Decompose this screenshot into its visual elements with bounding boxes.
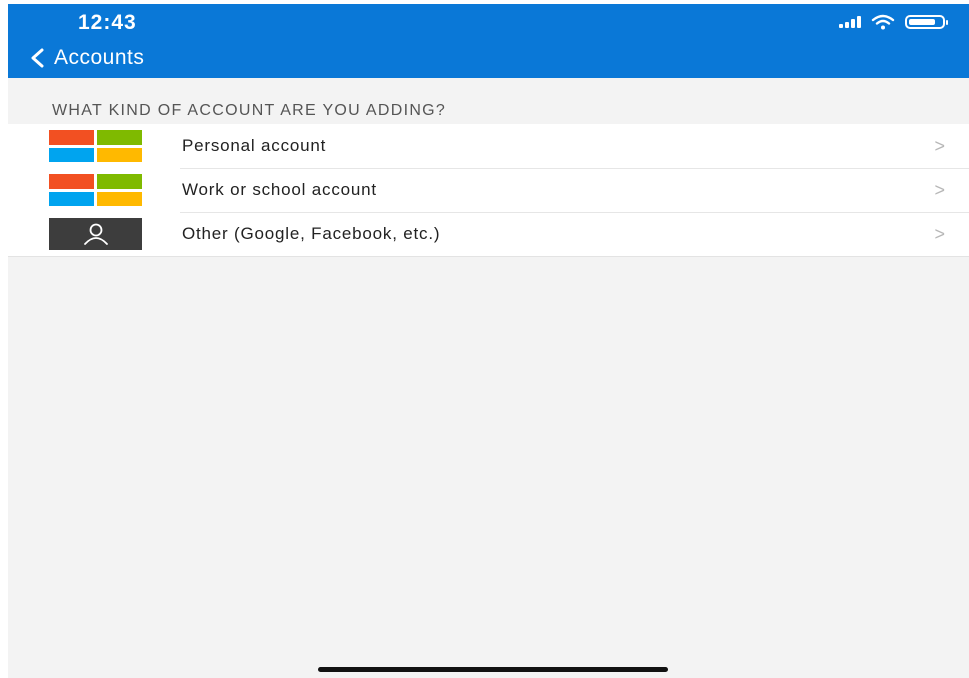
battery-level bbox=[909, 19, 935, 25]
row-label: Personal account bbox=[182, 136, 327, 155]
personal-account-row[interactable]: Personal account > bbox=[8, 124, 969, 168]
chevron-right-icon: > bbox=[934, 180, 945, 200]
row-label: Work or school account bbox=[182, 180, 377, 199]
battery-icon bbox=[905, 15, 948, 29]
home-indicator bbox=[318, 667, 668, 672]
wifi-icon bbox=[871, 14, 895, 30]
chevron-left-icon bbox=[31, 48, 44, 68]
status-time: 12:43 bbox=[78, 11, 137, 34]
nav-header: 12:43 Accounts bbox=[8, 4, 969, 78]
app-screen: 12:43 Accounts WHAT KIND OF ACCOUNT ARE … bbox=[8, 4, 969, 678]
back-label: Accounts bbox=[54, 46, 145, 69]
row-divider bbox=[180, 168, 969, 169]
section-header: WHAT KIND OF ACCOUNT ARE YOU ADDING? bbox=[52, 102, 447, 119]
row-divider bbox=[180, 212, 969, 213]
other-account-row[interactable]: Other (Google, Facebook, etc.) > bbox=[8, 212, 969, 256]
chevron-right-icon: > bbox=[934, 136, 945, 156]
microsoft-logo-icon bbox=[49, 174, 142, 206]
status-icons bbox=[839, 14, 948, 30]
signal-icon bbox=[839, 16, 861, 28]
microsoft-logo-icon bbox=[49, 130, 142, 162]
work-school-account-row[interactable]: Work or school account > bbox=[8, 168, 969, 212]
row-label: Other (Google, Facebook, etc.) bbox=[182, 224, 441, 243]
account-type-list: Personal account > Work or school accoun… bbox=[8, 124, 969, 257]
back-button[interactable]: Accounts bbox=[28, 44, 144, 72]
person-icon bbox=[49, 218, 142, 250]
chevron-right-icon: > bbox=[934, 224, 945, 244]
